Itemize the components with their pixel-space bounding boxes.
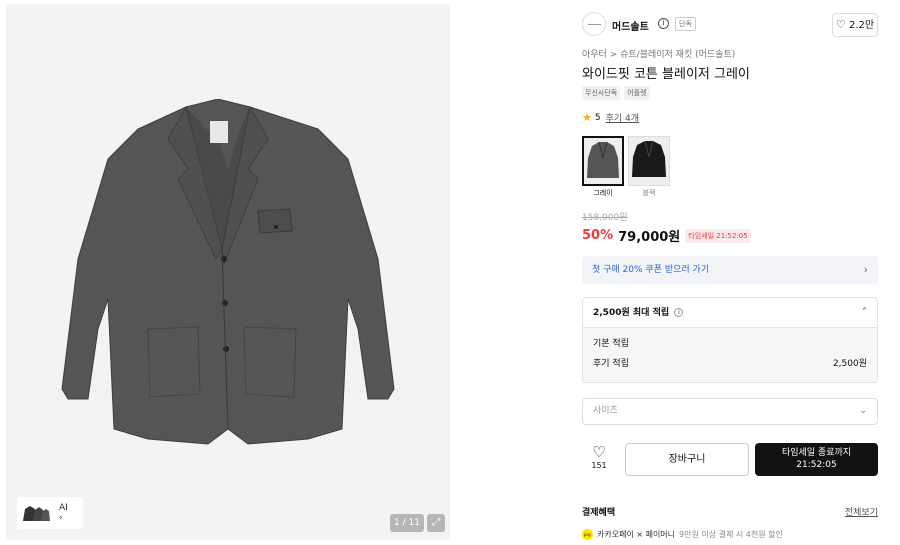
- chevron-right-icon: ›: [59, 513, 63, 523]
- color-swatches: 그레이 블랙: [582, 136, 670, 198]
- view-all-link[interactable]: 전체보기: [845, 505, 878, 518]
- points-row-review: 후기 적립 2,500원: [593, 354, 867, 374]
- payment-benefits-title: 결제혜택: [582, 508, 616, 518]
- reviews-link[interactable]: 후기 4개: [606, 111, 639, 124]
- wishlist-button[interactable]: ♡ 151: [582, 443, 616, 470]
- purchase-actions: ♡ 151 장바구니 타임세일 종료까지 21:52:05: [582, 443, 878, 477]
- rating: ★ 5 후기 4개: [582, 111, 639, 124]
- points-details: 기본 적립 후기 적립 2,500원: [583, 328, 877, 382]
- timesale-badge: 타임세일 21:52:05: [685, 228, 751, 243]
- tag-applet: 어플렛: [624, 86, 650, 100]
- points-row-label: 후기 적립: [593, 359, 629, 369]
- swatch-gray[interactable]: 그레이: [582, 136, 624, 198]
- product-tags: 무신사단독 어플렛: [582, 86, 650, 100]
- size-select-placeholder: 사이즈: [593, 406, 618, 416]
- swatch-black-image: [628, 136, 670, 186]
- points-accordion-header[interactable]: 2,500원 최대 적립 i ˄: [583, 298, 877, 328]
- rating-score: 5: [594, 112, 601, 123]
- add-to-cart-button[interactable]: 장바구니: [625, 443, 749, 476]
- ai-label: AI ›: [59, 503, 68, 523]
- exclusive-badge: 단독: [675, 17, 696, 31]
- discount-rate: 50%: [582, 228, 614, 243]
- breadcrumb[interactable]: 아우터 > 슈트/블레이저 재킷 (머드솔트): [582, 47, 735, 60]
- brand-like-button[interactable]: ♡ 2.2만: [832, 13, 878, 37]
- points-row-label: 기본 적립: [593, 339, 629, 349]
- heart-icon: ♡: [835, 18, 846, 31]
- buy-button-line1: 타임세일 종료까지: [781, 448, 852, 458]
- chevron-down-icon: ⌄: [859, 406, 867, 416]
- size-select[interactable]: 사이즈 ⌄: [582, 398, 878, 425]
- product-title: 와이드핏 코튼 블레이저 그레이: [582, 67, 750, 82]
- points-max: 2,500원 최대 적립: [593, 308, 670, 318]
- swatch-gray-image: [582, 136, 624, 186]
- tag-musinsa-exclusive: 무신사단독: [582, 86, 621, 100]
- chevron-right-icon: ›: [863, 263, 868, 276]
- thumbnail-jackets-icon: [23, 506, 50, 521]
- current-price: 79,000원: [618, 230, 681, 245]
- price-row: 50% 79,000원 타임세일 21:52:05: [582, 226, 751, 245]
- kakaopay-icon: pay: [582, 529, 593, 540]
- swatch-black[interactable]: 블랙: [628, 136, 670, 198]
- heart-icon: ♡: [592, 443, 606, 461]
- payment-benefit-desc: 9만원 이상 결제 시 4천원 할인: [679, 530, 783, 539]
- ai-thumbnail-strip[interactable]: AI ›: [17, 497, 83, 529]
- wishlist-count: 151: [591, 461, 607, 470]
- ai-label-text: AI: [59, 503, 68, 513]
- first-purchase-coupon-banner[interactable]: 첫 구매 20% 쿠폰 받으러 가기 ›: [582, 256, 878, 284]
- payment-benefit-name: 카카오페이 × 페이머니: [597, 530, 676, 539]
- coupon-text: 첫 구매 20% 쿠폰 받으러 가기: [592, 265, 710, 275]
- original-price: 158,000원: [582, 213, 628, 223]
- product-image-jacket: [61, 99, 395, 445]
- swatch-gray-label: 그레이: [593, 189, 613, 197]
- image-counter: 1 / 11: [390, 514, 424, 532]
- payment-benefits-header: 결제혜택 전체보기: [582, 505, 878, 518]
- buy-now-button[interactable]: 타임세일 종료까지 21:52:05: [755, 443, 878, 476]
- star-icon: ★: [582, 111, 592, 124]
- info-icon[interactable]: i: [674, 308, 684, 317]
- payment-benefit-item: pay 카카오페이 × 페이머니 9만원 이상 결제 시 4천원 할인: [582, 529, 783, 540]
- expand-icon[interactable]: ⤢: [427, 514, 445, 532]
- points-row-basic: 기본 적립: [593, 334, 867, 354]
- brand-logo[interactable]: [582, 12, 606, 36]
- info-icon[interactable]: i: [658, 18, 669, 29]
- product-image-gallery[interactable]: AI › 1 / 11 ⤢: [6, 4, 450, 540]
- brand-name[interactable]: 머드솔트: [612, 18, 649, 33]
- brand-like-count: 2.2만: [848, 20, 875, 31]
- points-accordion: 2,500원 최대 적립 i ˄ 기본 적립 후기 적립 2,500원: [582, 297, 878, 383]
- brand-row: 머드솔트 i 단독 ♡ 2.2만: [582, 12, 878, 38]
- chevron-up-icon: ˄: [862, 307, 867, 318]
- swatch-black-label: 블랙: [642, 189, 656, 197]
- buy-button-countdown: 21:52:05: [796, 460, 837, 470]
- points-row-value: 2,500원: [832, 359, 867, 369]
